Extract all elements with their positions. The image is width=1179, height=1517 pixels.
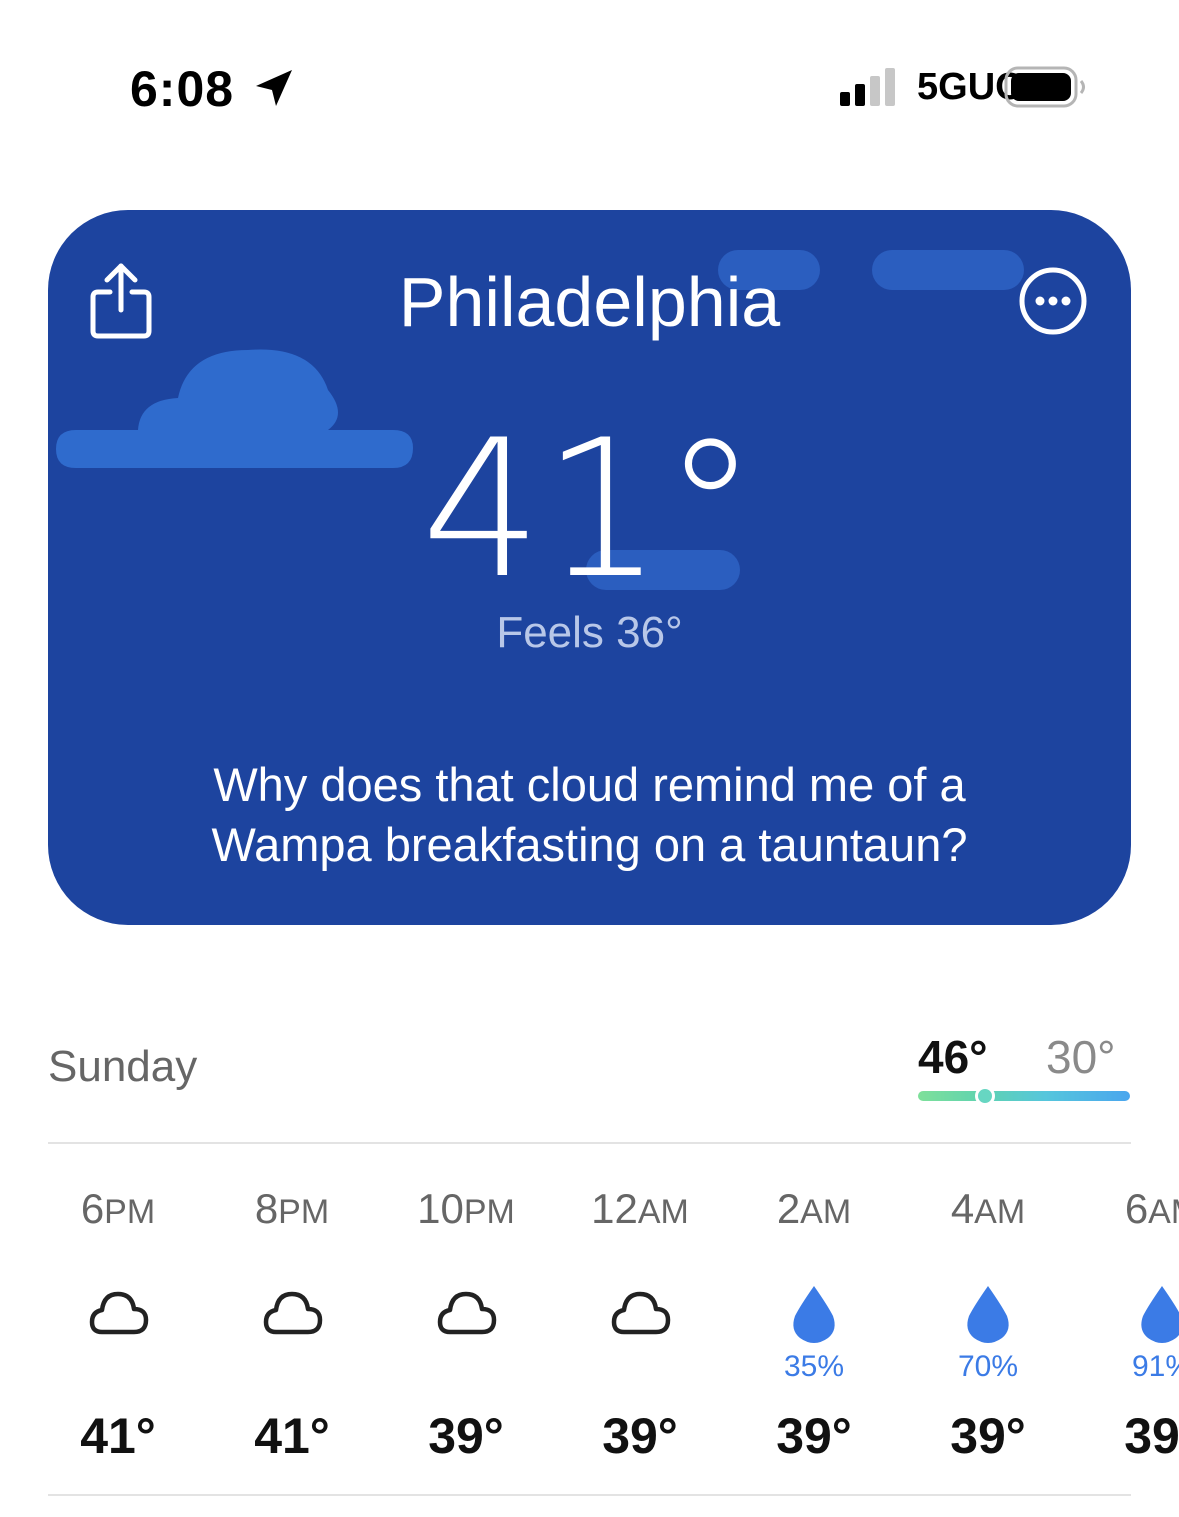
divider (48, 1494, 1131, 1496)
hour-label: 12AM (570, 1185, 710, 1245)
current-temp-marker (975, 1086, 995, 1106)
current-weather-card: Philadelphia 41° Feels 36° Why does that… (48, 210, 1131, 925)
feels-like: Feels 36° (496, 608, 683, 657)
raindrop-icon (956, 1280, 1020, 1344)
hour-label: 10PM (396, 1185, 536, 1245)
cloud-icon (608, 1280, 672, 1344)
cloud-icon (434, 1280, 498, 1344)
hourly-item: 6AM 91% 39° (1092, 1185, 1179, 1464)
hourly-item: 12AM 39° (570, 1185, 710, 1464)
hour-ampm: AM (800, 1193, 852, 1231)
hour-label: 6PM (48, 1185, 188, 1245)
hour-number: 6 (80, 1185, 105, 1232)
hour-temperature: 39° (776, 1408, 852, 1464)
hour-number: 8 (254, 1185, 279, 1232)
ellipsis-circle-icon[interactable] (1018, 266, 1088, 336)
location-arrow-icon (256, 70, 292, 106)
hour-ampm: AM (1148, 1193, 1179, 1231)
hour-temperature: 39° (1124, 1408, 1179, 1464)
precip-chance: 70% (957, 1350, 1019, 1383)
day-low-temp: 30° (1046, 1031, 1116, 1083)
hour-label: 4AM (918, 1185, 1058, 1245)
hour-number: 4 (950, 1185, 975, 1232)
hour-label: 2AM (744, 1185, 884, 1245)
hour-number: 6 (1124, 1185, 1149, 1232)
hourly-item: 8PM 41° (222, 1185, 362, 1464)
raindrop-icon (1130, 1280, 1179, 1344)
hour-ampm: PM (104, 1193, 156, 1231)
temperature-range-bar (918, 1091, 1130, 1101)
hour-ampm: PM (278, 1193, 330, 1231)
hourly-item: 10PM 39° (396, 1185, 536, 1464)
hour-number: 10 (417, 1185, 464, 1232)
hour-number: 12 (591, 1185, 638, 1232)
hour-label: 6AM (1092, 1185, 1179, 1245)
precip-chance: 35% (783, 1350, 845, 1383)
cloud-icon (260, 1280, 324, 1344)
day-name: Sunday (48, 1042, 198, 1091)
hour-temperature: 39° (950, 1408, 1026, 1464)
city-name: Philadelphia (398, 263, 781, 341)
cellular-signal-icon (840, 68, 895, 106)
raindrop-icon (782, 1280, 846, 1344)
hour-ampm: PM (463, 1193, 515, 1231)
precip-chance: 91% (1131, 1350, 1179, 1383)
hour-temperature: 39° (602, 1408, 678, 1464)
weather-quip: Why does that cloud remind me of a Wampa… (211, 758, 968, 871)
current-temperature: 41° (421, 399, 758, 620)
hour-temperature: 39° (428, 1408, 504, 1464)
hourly-item: 4AM 70% 39° (918, 1185, 1058, 1464)
hour-temperature: 41° (254, 1408, 330, 1464)
cloud-icon (86, 1280, 150, 1344)
battery-icon (1004, 66, 1085, 108)
hourly-item: 6PM 41° (48, 1185, 188, 1464)
status-time: 6:08 (130, 61, 235, 117)
hour-temperature: 41° (80, 1408, 156, 1464)
hour-number: 2 (776, 1185, 801, 1232)
divider (48, 1142, 1131, 1144)
hour-ampm: AM (974, 1193, 1026, 1231)
hour-label: 8PM (222, 1185, 362, 1245)
day-high-temp: 46° (918, 1031, 988, 1083)
hour-ampm: AM (637, 1193, 689, 1231)
hourly-item: 2AM 35% 39° (744, 1185, 884, 1464)
